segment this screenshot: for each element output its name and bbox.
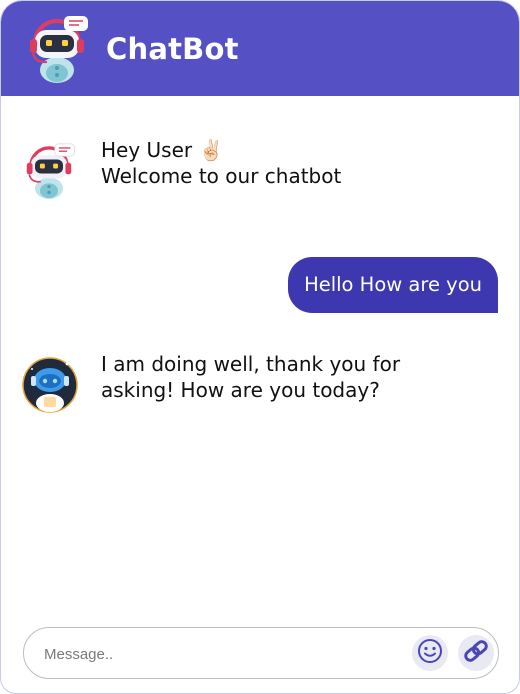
bot-message: I am doing well, thank you for asking! H… [101,351,400,403]
chatbot-window: ChatBot Hey User ✌🏻 Welcome to our chatb… [0,0,520,694]
bot-avatar [22,355,78,415]
chat-header: ChatBot [1,1,519,96]
robot-headset-icon [23,13,91,85]
attach-button[interactable] [458,635,494,671]
chat-title: ChatBot [106,32,239,66]
bot-avatar [21,141,77,201]
message-line: asking! How are you today? [101,378,380,402]
message-input[interactable] [42,640,406,668]
user-message-bubble: Hello How are you [288,257,498,313]
bot-message: Hey User ✌🏻 Welcome to our chatbot [101,137,341,189]
message-line: Hey User ✌🏻 [101,138,224,162]
message-composer [23,627,499,679]
emoji-button[interactable] [412,635,448,671]
message-line: Welcome to our chatbot [101,164,342,188]
smiley-icon [417,638,443,668]
link-icon [462,637,490,669]
message-line: I am doing well, thank you for [101,352,401,376]
